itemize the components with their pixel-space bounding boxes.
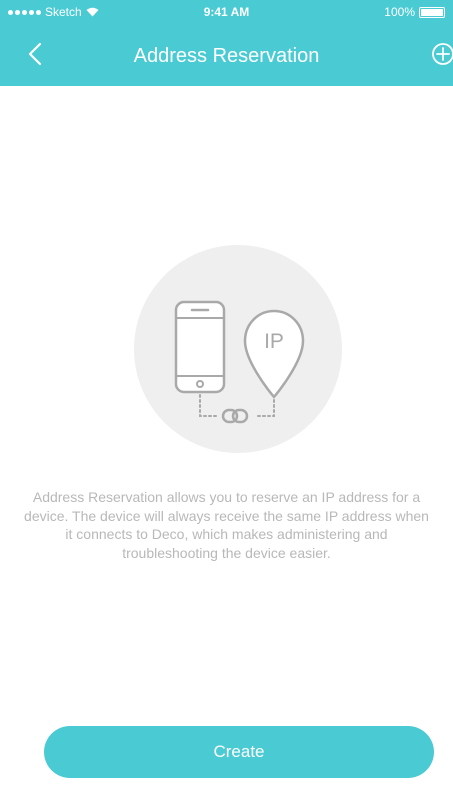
add-reservation-button[interactable]: [425, 38, 453, 70]
battery-group: 100%: [384, 5, 445, 19]
status-bar: Sketch 9:41 AM 100%: [0, 0, 453, 24]
address-reservation-screen: Sketch 9:41 AM 100% Address Reservation: [0, 0, 453, 808]
phone-icon: [174, 300, 226, 394]
battery-percent: 100%: [384, 5, 415, 19]
description-text: Address Reservation allows you to reserv…: [24, 489, 429, 561]
battery-icon: [419, 6, 445, 18]
create-button[interactable]: Create: [44, 726, 434, 778]
ip-label: IP: [264, 330, 284, 353]
page-title: Address Reservation: [133, 45, 320, 67]
battery-level: [421, 8, 443, 16]
header-bar: Sketch 9:41 AM 100% Address Reservation: [0, 0, 453, 86]
address-reservation-illustration: IP: [134, 245, 342, 453]
nav-bar: Address Reservation: [0, 24, 453, 86]
plus-circle-icon: [432, 43, 453, 65]
